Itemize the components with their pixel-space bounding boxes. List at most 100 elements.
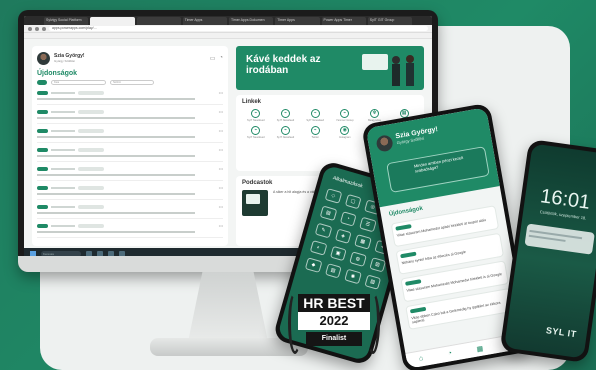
link-icon: ⌁	[310, 109, 320, 118]
list-item[interactable]: •••	[37, 185, 223, 200]
grid-icon[interactable]: ▦	[476, 344, 484, 353]
reload-icon[interactable]	[42, 26, 46, 31]
tag-pill	[37, 223, 48, 228]
link-icon: ⌁	[310, 126, 320, 135]
link-icon: ⌁	[340, 109, 350, 118]
list-item[interactable]: •••	[37, 109, 223, 124]
people-illustration	[362, 54, 414, 86]
tag-pill	[395, 224, 412, 231]
forward-icon[interactable]	[35, 26, 39, 31]
search-input[interactable]: Kés	[51, 80, 106, 85]
app-icon[interactable]: ▣	[329, 245, 347, 262]
address-bar[interactable]: apps.powerapps.com/play/...	[49, 26, 428, 31]
link-tile[interactable]: ⌁ SyIT Newsfeed	[301, 109, 329, 122]
notification-card[interactable]	[524, 223, 595, 255]
post-meta	[51, 167, 75, 170]
browser-tab[interactable]	[90, 17, 135, 25]
category-pill	[78, 204, 104, 209]
app-icon[interactable]: ▧	[324, 262, 342, 279]
tag-pill	[37, 204, 48, 209]
browser-tab[interactable]: Power Apps Timer	[321, 17, 366, 25]
category-pill	[78, 185, 104, 190]
app-icon[interactable]: ◔	[339, 211, 357, 227]
camera-icon: ◉	[340, 126, 350, 135]
tag-pill	[37, 109, 48, 114]
app-icon[interactable]: ▢	[344, 193, 362, 210]
browser-tab[interactable]: SyIT GIT Group	[367, 17, 412, 25]
browser-tab[interactable]	[136, 17, 181, 25]
award-label: Finalist	[306, 332, 362, 346]
link-label: SyIT Newsfeed	[247, 136, 265, 139]
chat-icon[interactable]: ◔	[447, 350, 452, 358]
post-meta	[51, 205, 75, 208]
chat-icon[interactable]: ▭	[210, 55, 216, 62]
link-tile[interactable]: ⌁ SyIT Newsfeed	[242, 109, 270, 122]
profile-actions: ▭ ◔	[210, 55, 223, 62]
new-post-button[interactable]	[37, 80, 47, 85]
home-icon[interactable]: ⌂	[418, 355, 423, 363]
post-meta	[51, 224, 75, 227]
app-icon[interactable]: ▤	[319, 205, 337, 221]
link-icon: ⌁	[280, 109, 290, 118]
post-text	[37, 231, 196, 233]
app-icon[interactable]: ☰	[359, 216, 377, 233]
more-icon[interactable]: •••	[219, 185, 223, 190]
link-label: SyIT Newsfeed	[247, 119, 265, 122]
profile-subtitle: György Szőllősi	[54, 59, 75, 63]
app-icon[interactable]: ▥	[368, 256, 387, 273]
more-icon[interactable]: •••	[219, 128, 223, 133]
tag-pill	[400, 251, 417, 259]
category-pill	[78, 109, 104, 114]
link-tile[interactable]: ⌁ SyIT Newsfeed	[242, 126, 270, 139]
brand-logo: SYL IT	[545, 325, 578, 340]
avatar[interactable]	[37, 51, 50, 65]
list-item[interactable]: •••	[37, 147, 223, 162]
post-meta	[51, 148, 75, 151]
tag-pill	[37, 90, 48, 95]
links-title: Linkek	[242, 99, 262, 105]
filter-select[interactable]: Szűrő	[110, 80, 154, 85]
app-icon[interactable]: ◇	[324, 188, 342, 204]
more-icon[interactable]: •••	[219, 223, 223, 228]
browser-tab[interactable]: Timer Apps Dokumen	[229, 17, 274, 25]
promo-banner[interactable]: Kávé keddek az irodában	[236, 46, 424, 90]
category-pill	[78, 147, 104, 152]
list-item[interactable]: •••	[37, 166, 223, 181]
link-icon: ⌁	[280, 126, 290, 135]
link-tile[interactable]: ◉ Instagram	[331, 126, 359, 139]
list-item[interactable]: •••	[37, 223, 223, 238]
post-meta	[51, 186, 75, 189]
browser-tab[interactable]: Timer Apps	[182, 17, 227, 25]
more-icon[interactable]: •••	[219, 109, 223, 114]
list-item[interactable]: •••	[37, 128, 223, 143]
banner-title: Kávé keddek az irodában	[246, 54, 321, 76]
category-pill	[78, 128, 104, 133]
app-icon[interactable]: ◍	[349, 251, 367, 267]
more-icon[interactable]: •••	[219, 147, 223, 152]
list-item[interactable]: •••	[37, 90, 223, 105]
browser-tab[interactable]: Sylvigy Social Platform	[44, 17, 89, 25]
bell-icon[interactable]: ◔	[219, 55, 223, 62]
app-icon[interactable]: ◐	[309, 240, 327, 256]
bookmarks-bar	[24, 33, 432, 39]
app-icon[interactable]: ✎	[314, 222, 332, 239]
more-icon[interactable]: •••	[219, 204, 223, 209]
avatar[interactable]	[375, 134, 394, 153]
more-icon[interactable]: •••	[219, 90, 223, 95]
back-icon[interactable]	[28, 26, 32, 31]
app-icon[interactable]: ◈	[334, 228, 352, 244]
app-icon[interactable]: ▦	[354, 234, 372, 250]
app-icon[interactable]: ◉	[344, 268, 362, 285]
phone-promo-card[interactable]: Minden amiben pénzt kezelt szabadsága?	[386, 146, 490, 193]
link-tile[interactable]: ⌁ Yammer Group	[331, 109, 359, 122]
link-tile[interactable]: ⌁ SyIT Newsfeed	[272, 109, 300, 122]
list-item[interactable]: •••	[37, 204, 223, 219]
link-label: SyIT Newsfeed	[306, 119, 324, 122]
app-icon[interactable]: ◆	[304, 257, 323, 273]
browser-tab[interactable]: Timer Apps	[275, 17, 320, 25]
marketing-composite: Sylvigy Social Platform Timer Apps Timer…	[0, 0, 596, 370]
link-tile[interactable]: ⌁ SyIT Newsfeed	[272, 126, 300, 139]
browser-urlbar: apps.powerapps.com/play/...	[24, 25, 432, 33]
link-tile[interactable]: ⌁ Twitter	[301, 126, 329, 139]
more-icon[interactable]: •••	[219, 166, 223, 171]
